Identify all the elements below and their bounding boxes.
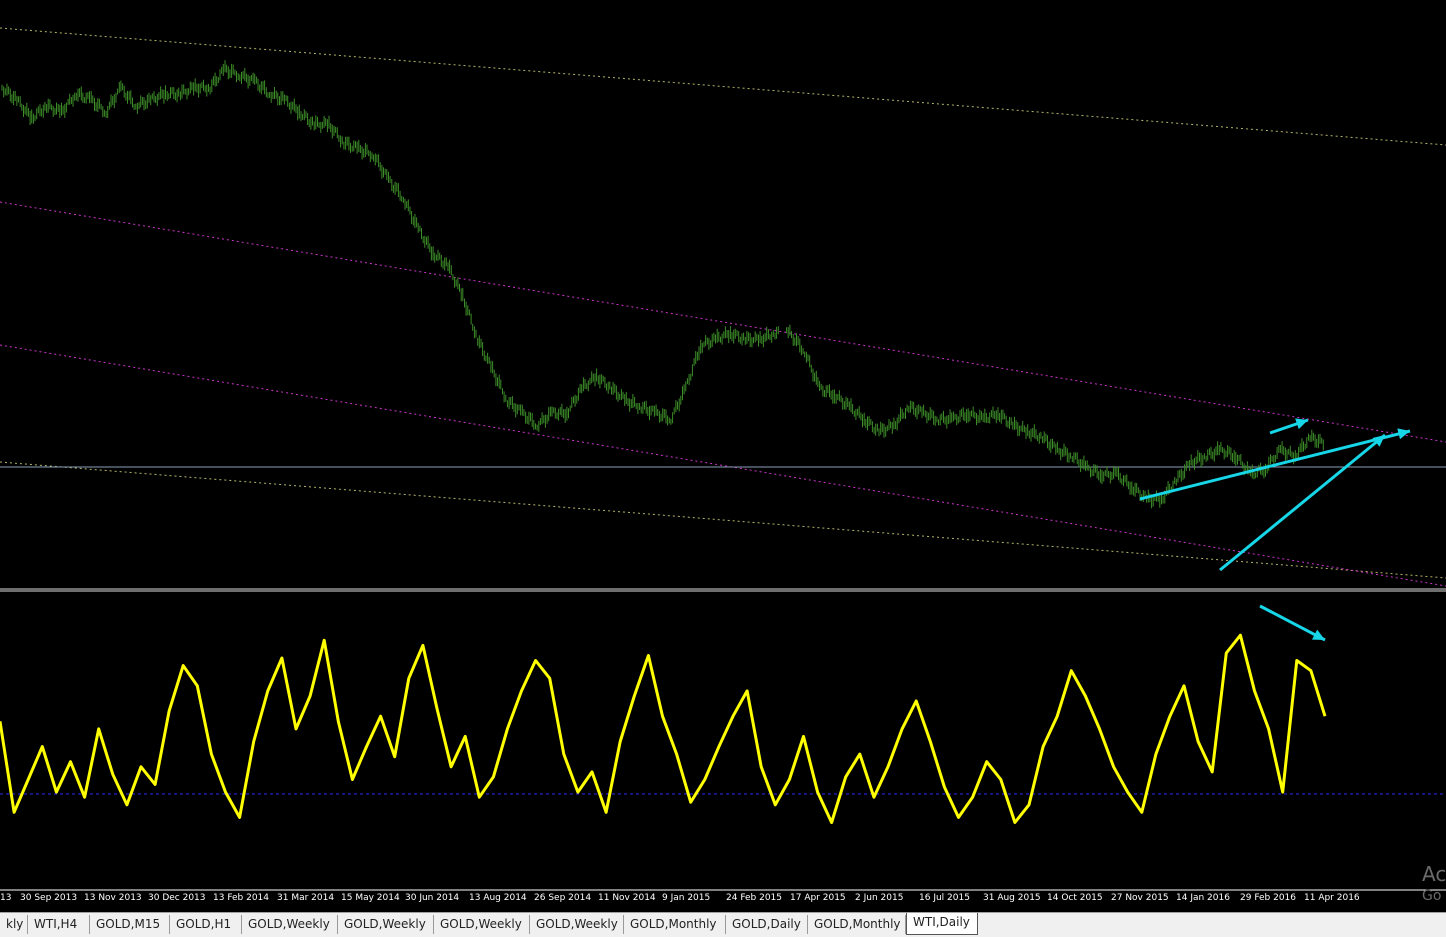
date-tick-label: 27 Nov 2015 — [1111, 893, 1169, 903]
chart-tab[interactable]: GOLD,Monthly — [808, 915, 906, 934]
date-tick-label: 17 Apr 2015 — [790, 893, 846, 903]
chart-tab[interactable]: GOLD,Weekly — [530, 915, 624, 934]
chart-tab[interactable]: WTI,H4 — [28, 915, 90, 934]
date-tick-label: 31 Mar 2014 — [277, 893, 335, 903]
chart-tab[interactable]: GOLD,Daily — [726, 915, 808, 934]
chart-tab-bar: kly WTI,H4 GOLD,M15 GOLD,H1 GOLD,Weekly GOLD,… — [0, 912, 1446, 937]
date-tick-label: 13 Feb 2014 — [213, 893, 270, 903]
trend-arrows — [1139, 418, 1411, 642]
date-tick-label: 30 Sep 2013 — [20, 893, 78, 903]
date-tick-label: 30 Dec 2013 — [148, 893, 206, 903]
date-tick-label: 24 Feb 2015 — [726, 893, 783, 903]
watermark-line-1: Ac — [1422, 862, 1446, 886]
date-tick-label: 26 Sep 2014 — [534, 893, 592, 903]
date-tick-label: 11 Nov 2014 — [598, 893, 656, 903]
date-tick-label: 29 Feb 2016 — [1240, 893, 1297, 903]
chart-canvas[interactable] — [0, 0, 1446, 912]
lower-wedge-arrow — [1219, 433, 1386, 572]
date-tick-label: 14 Oct 2015 — [1047, 893, 1103, 903]
date-tick-label: 31 Aug 2015 — [983, 893, 1041, 903]
chart-tab[interactable]: GOLD,Weekly — [242, 915, 338, 934]
date-tick-label: 13 Aug 2014 — [469, 893, 527, 903]
chart-tab[interactable]: GOLD,Weekly — [338, 915, 434, 934]
watermark-line-2: Go — [1422, 888, 1442, 904]
upper-magenta-channel-line — [0, 201, 1446, 443]
date-tick-label: 30 Jun 2014 — [405, 893, 460, 903]
oscillator-panel — [0, 633, 1446, 824]
chart-tab[interactable]: GOLD,M15 — [90, 915, 170, 934]
lower-magenta-channel-line — [0, 344, 1446, 587]
date-tick-label: 11 Apr 2016 — [1304, 893, 1360, 903]
price-panel — [0, 27, 1446, 587]
chart-tab[interactable]: GOLD,H1 — [170, 915, 242, 934]
chart-tab[interactable]: WTI,Daily — [906, 913, 978, 935]
date-tick-label: 2 Jun 2015 — [855, 893, 904, 903]
lower-olive-channel-line — [0, 461, 1446, 579]
chart-tab[interactable]: GOLD,Weekly — [434, 915, 530, 934]
date-tick-label: 14 Jan 2016 — [1176, 893, 1230, 903]
chart-tab[interactable]: GOLD,Monthly — [624, 915, 726, 934]
upper-wedge-arrow — [1139, 429, 1411, 501]
chart-tab[interactable]: kly — [0, 915, 28, 934]
small-trend-arrow-head — [1295, 418, 1308, 430]
date-label-edge: 13 — [0, 893, 12, 903]
date-tick-label: 15 May 2014 — [341, 893, 400, 903]
date-tick-label: 9 Jan 2015 — [662, 893, 711, 903]
date-tick-label: 13 Nov 2013 — [84, 893, 142, 903]
date-tick-label: 16 Jul 2015 — [919, 893, 970, 903]
upper-olive-channel-line — [0, 27, 1446, 146]
